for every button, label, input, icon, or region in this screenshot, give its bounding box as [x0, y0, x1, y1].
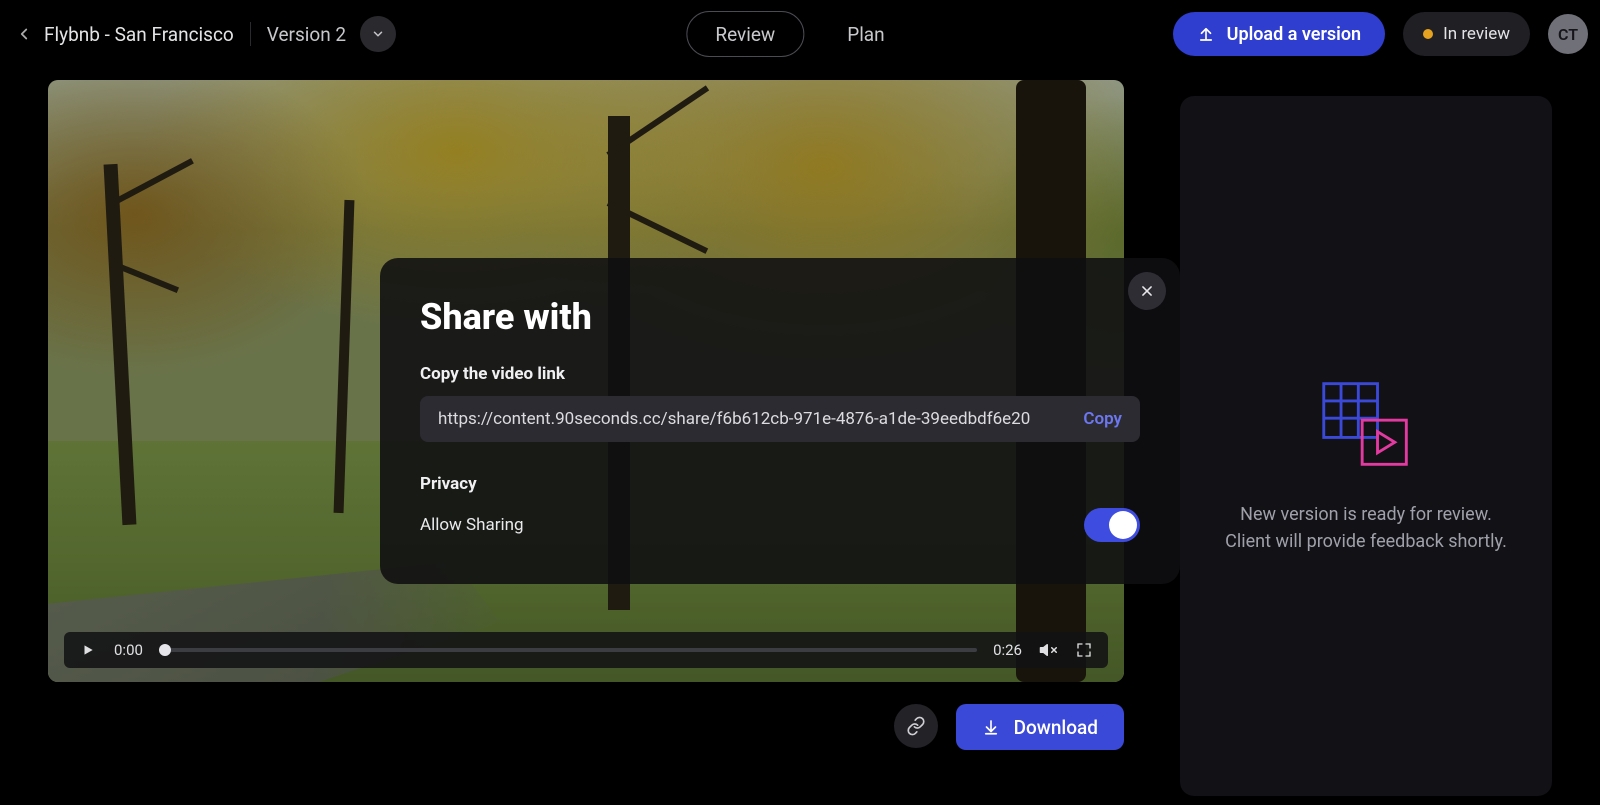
- status-pill: In review: [1403, 12, 1530, 56]
- download-label: Download: [1014, 716, 1098, 739]
- video-current-time: 0:00: [114, 641, 143, 659]
- copy-link-label: Copy the video link: [420, 364, 1140, 384]
- download-icon: [982, 718, 1000, 736]
- project-title: Flybnb - San Francisco: [44, 23, 234, 46]
- avatar[interactable]: CT: [1548, 14, 1588, 54]
- back-icon[interactable]: [10, 20, 38, 48]
- empty-state-icon: [1318, 376, 1414, 472]
- header-right: Upload a version In review CT: [1173, 12, 1588, 56]
- version-label: Version 2: [267, 23, 346, 46]
- tab-review[interactable]: Review: [686, 11, 804, 57]
- side-panel: New version is ready for review. Client …: [1180, 96, 1552, 796]
- upload-version-button[interactable]: Upload a version: [1173, 12, 1385, 56]
- share-url-field[interactable]: https://content.90seconds.cc/share/f6b61…: [420, 396, 1140, 442]
- download-button[interactable]: Download: [956, 704, 1124, 750]
- status-label: In review: [1443, 24, 1510, 44]
- fullscreen-icon[interactable]: [1074, 640, 1094, 660]
- chevron-down-icon[interactable]: [360, 16, 396, 52]
- volume-muted-icon[interactable]: [1038, 640, 1058, 660]
- modal-title: Share with: [420, 296, 1140, 338]
- version-selector[interactable]: Version 2: [267, 16, 396, 52]
- close-icon[interactable]: [1128, 272, 1166, 310]
- share-url-text: https://content.90seconds.cc/share/f6b61…: [438, 409, 1083, 429]
- share-link-button[interactable]: [894, 704, 938, 748]
- video-controls: 0:00 0:26: [64, 632, 1108, 668]
- allow-sharing-toggle[interactable]: [1084, 508, 1140, 542]
- center-tabs: Review Plan: [686, 11, 913, 57]
- share-modal: Share with Copy the video link https://c…: [380, 258, 1180, 584]
- play-icon[interactable]: [78, 640, 98, 660]
- video-actions: Download: [48, 704, 1124, 750]
- allow-sharing-row: Allow Sharing: [420, 508, 1140, 542]
- video-progress[interactable]: [159, 648, 977, 652]
- header-bar: Flybnb - San Francisco Version 2 Review …: [0, 0, 1600, 68]
- side-message-2: Client will provide feedback shortly.: [1225, 531, 1507, 552]
- video-duration: 0:26: [993, 641, 1022, 659]
- header-divider: [250, 22, 251, 46]
- privacy-label: Privacy: [420, 474, 1140, 494]
- side-message-1: New version is ready for review.: [1240, 504, 1492, 525]
- upload-icon: [1197, 25, 1215, 43]
- tab-plan[interactable]: Plan: [818, 11, 913, 57]
- upload-label: Upload a version: [1227, 24, 1361, 45]
- allow-sharing-label: Allow Sharing: [420, 515, 524, 535]
- copy-button[interactable]: Copy: [1083, 409, 1122, 429]
- status-dot-icon: [1423, 29, 1433, 39]
